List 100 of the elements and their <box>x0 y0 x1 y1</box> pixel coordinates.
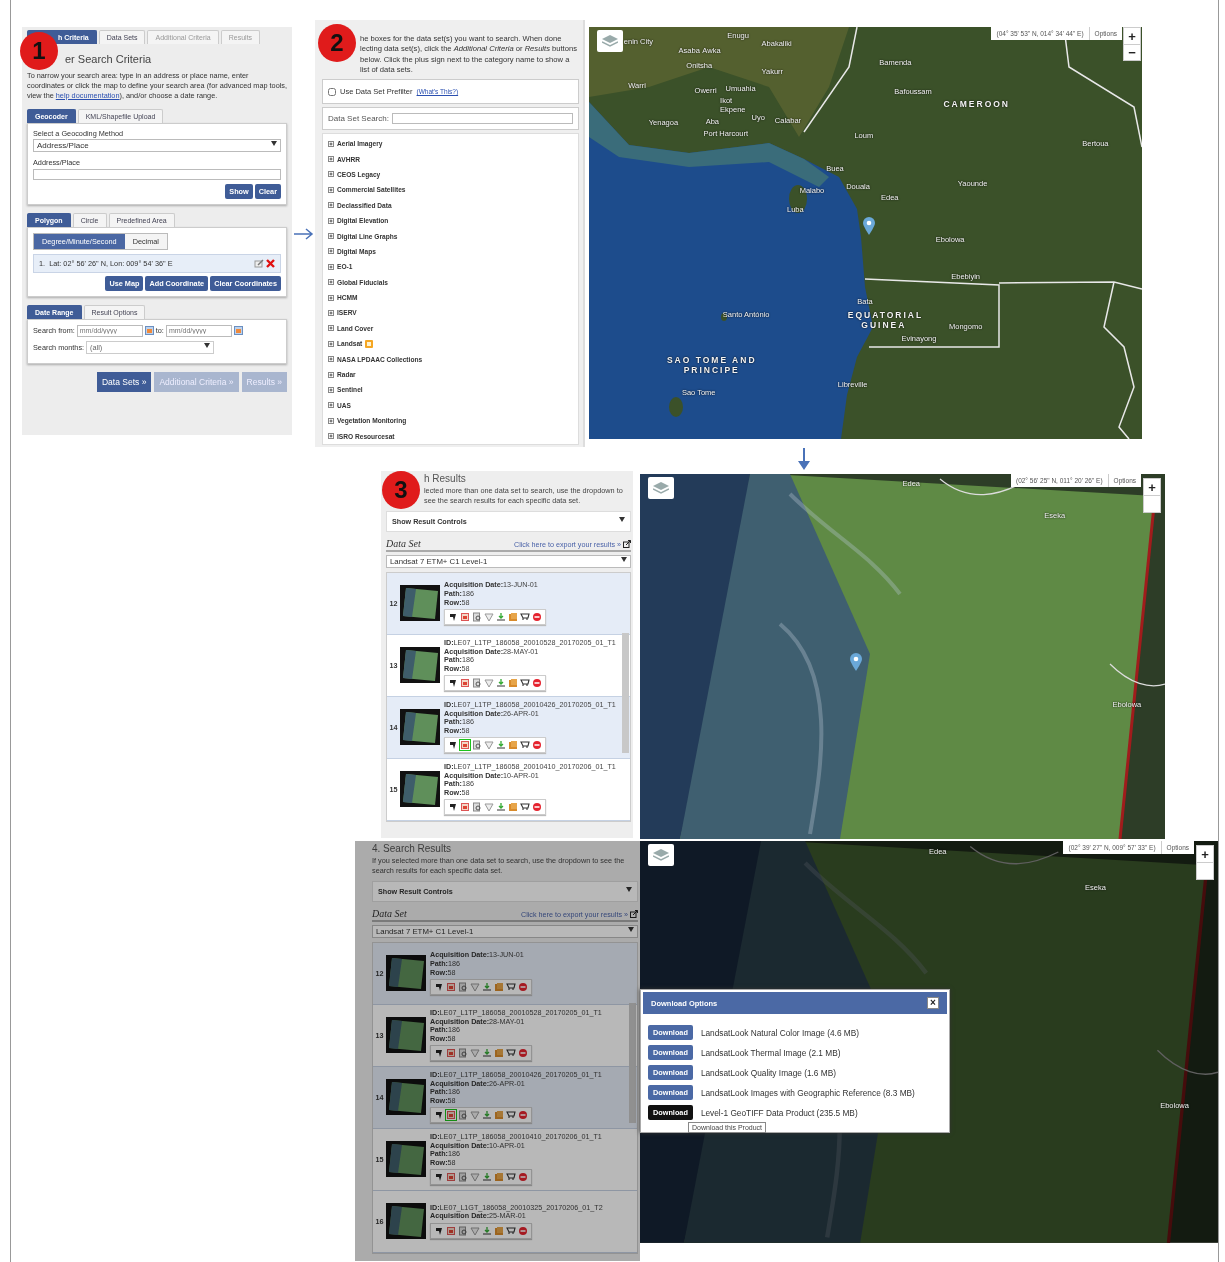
document-icon[interactable] <box>458 1048 468 1059</box>
download-icon[interactable] <box>482 1048 492 1059</box>
dataset-heading: Data Set <box>372 907 407 919</box>
cart-icon[interactable] <box>506 1225 516 1236</box>
expand-icon[interactable] <box>328 325 334 332</box>
expand-icon[interactable] <box>328 171 334 178</box>
address-input-field[interactable] <box>33 168 281 180</box>
image-icon[interactable] <box>446 1172 456 1183</box>
expand-icon[interactable] <box>328 279 334 286</box>
download-icon[interactable] <box>482 1172 492 1183</box>
prefilter-checkbox[interactable] <box>328 87 336 96</box>
cart-icon[interactable] <box>506 982 516 993</box>
dataset-search-field[interactable] <box>391 113 573 124</box>
download-icon[interactable] <box>496 802 506 813</box>
download-option-label: LandsatLook Quality Image (1.6 MB) <box>700 1067 836 1078</box>
expand-icon[interactable] <box>328 186 334 193</box>
nav-button[interactable]: Data Sets » <box>96 371 152 392</box>
cart-icon[interactable] <box>506 1172 516 1183</box>
cart-icon[interactable] <box>520 612 530 623</box>
scene-thumbnail[interactable] <box>386 1017 426 1054</box>
expand-icon[interactable] <box>328 371 334 378</box>
image-icon[interactable] <box>460 612 470 623</box>
prohibited-icon[interactable] <box>532 802 542 813</box>
document-icon[interactable] <box>458 982 468 993</box>
document-icon[interactable] <box>472 678 482 689</box>
prohibited-icon[interactable] <box>518 1110 528 1121</box>
download-icon[interactable] <box>482 1110 492 1121</box>
prohibited-icon[interactable] <box>518 1172 528 1183</box>
cart-icon[interactable] <box>506 1110 516 1121</box>
image-icon[interactable] <box>446 1225 456 1236</box>
calendar-icon[interactable] <box>144 326 154 336</box>
expand-icon[interactable] <box>328 294 334 301</box>
expand-icon[interactable] <box>328 433 334 440</box>
cart-icon[interactable] <box>506 1048 516 1059</box>
right-arrow-icon <box>293 227 314 240</box>
download-icon[interactable] <box>496 612 506 623</box>
download-option-label: Level-1 GeoTIFF Data Product (235.5 MB) <box>700 1107 858 1118</box>
external-link-icon[interactable] <box>623 540 631 549</box>
expand-icon[interactable] <box>328 248 334 255</box>
scene-thumbnail[interactable] <box>400 709 440 746</box>
scene-thumbnail[interactable] <box>400 585 440 622</box>
prohibited-icon[interactable] <box>532 612 542 623</box>
scene-thumbnail[interactable] <box>386 1141 426 1178</box>
edit-icon[interactable] <box>254 258 264 268</box>
expand-icon[interactable] <box>328 263 334 270</box>
expand-icon[interactable] <box>328 217 334 224</box>
download-icon[interactable] <box>482 1225 492 1236</box>
expand-icon[interactable] <box>328 386 334 393</box>
document-icon[interactable] <box>458 1110 468 1121</box>
scene-thumbnail[interactable] <box>386 1079 426 1116</box>
layers-button[interactable] <box>648 477 674 499</box>
cart-icon[interactable] <box>520 678 530 689</box>
cart-icon[interactable] <box>520 740 530 751</box>
download-icon[interactable] <box>482 982 492 993</box>
location-pin-icon <box>850 652 862 671</box>
scene-thumbnail[interactable] <box>386 955 426 992</box>
external-link-icon[interactable] <box>630 910 638 919</box>
expand-icon[interactable] <box>328 310 334 316</box>
document-icon[interactable] <box>472 612 482 623</box>
cart-icon[interactable] <box>520 802 530 813</box>
close-button[interactable]: × <box>927 997 939 1009</box>
prohibited-icon[interactable] <box>532 678 542 689</box>
download-icon[interactable] <box>496 740 506 751</box>
expand-icon[interactable] <box>328 417 334 424</box>
expand-icon[interactable] <box>328 140 334 147</box>
scrollbar[interactable] <box>629 1002 636 1123</box>
delete-icon[interactable] <box>266 258 275 268</box>
layers-button[interactable] <box>597 30 623 52</box>
scrollbar[interactable] <box>622 632 629 753</box>
expand-icon[interactable] <box>328 340 334 347</box>
expand-icon[interactable] <box>328 356 334 363</box>
scene-thumbnail[interactable] <box>400 771 440 808</box>
download-icon[interactable] <box>496 678 506 689</box>
dropdown-arrow-icon <box>619 516 625 522</box>
geocoding-method-select[interactable]: Address/Place <box>33 138 281 152</box>
prohibited-icon[interactable] <box>518 982 528 993</box>
document-icon[interactable] <box>472 802 482 813</box>
document-icon[interactable] <box>458 1172 468 1183</box>
image-icon[interactable] <box>460 740 470 751</box>
document-icon[interactable] <box>458 1225 468 1236</box>
prohibited-icon[interactable] <box>532 740 542 751</box>
image-icon[interactable] <box>446 982 456 993</box>
image-icon[interactable] <box>446 1110 456 1121</box>
expand-icon[interactable] <box>328 402 334 409</box>
image-icon[interactable] <box>446 1048 456 1059</box>
scene-thumbnail[interactable] <box>400 647 440 684</box>
image-icon[interactable] <box>460 678 470 689</box>
layers-icon <box>653 849 669 861</box>
expand-icon[interactable] <box>328 202 334 209</box>
expand-icon[interactable] <box>328 233 334 240</box>
layers-button[interactable] <box>648 844 674 866</box>
scene-thumbnail[interactable] <box>386 1203 426 1240</box>
prohibited-icon[interactable] <box>518 1225 528 1236</box>
prohibited-icon[interactable] <box>518 1048 528 1059</box>
document-icon[interactable] <box>472 740 482 751</box>
calendar-icon[interactable] <box>233 326 243 336</box>
expand-icon[interactable] <box>328 156 334 163</box>
country-label: CAMEROON <box>943 98 1010 109</box>
down-arrow-icon <box>798 448 810 470</box>
image-icon[interactable] <box>460 802 470 813</box>
